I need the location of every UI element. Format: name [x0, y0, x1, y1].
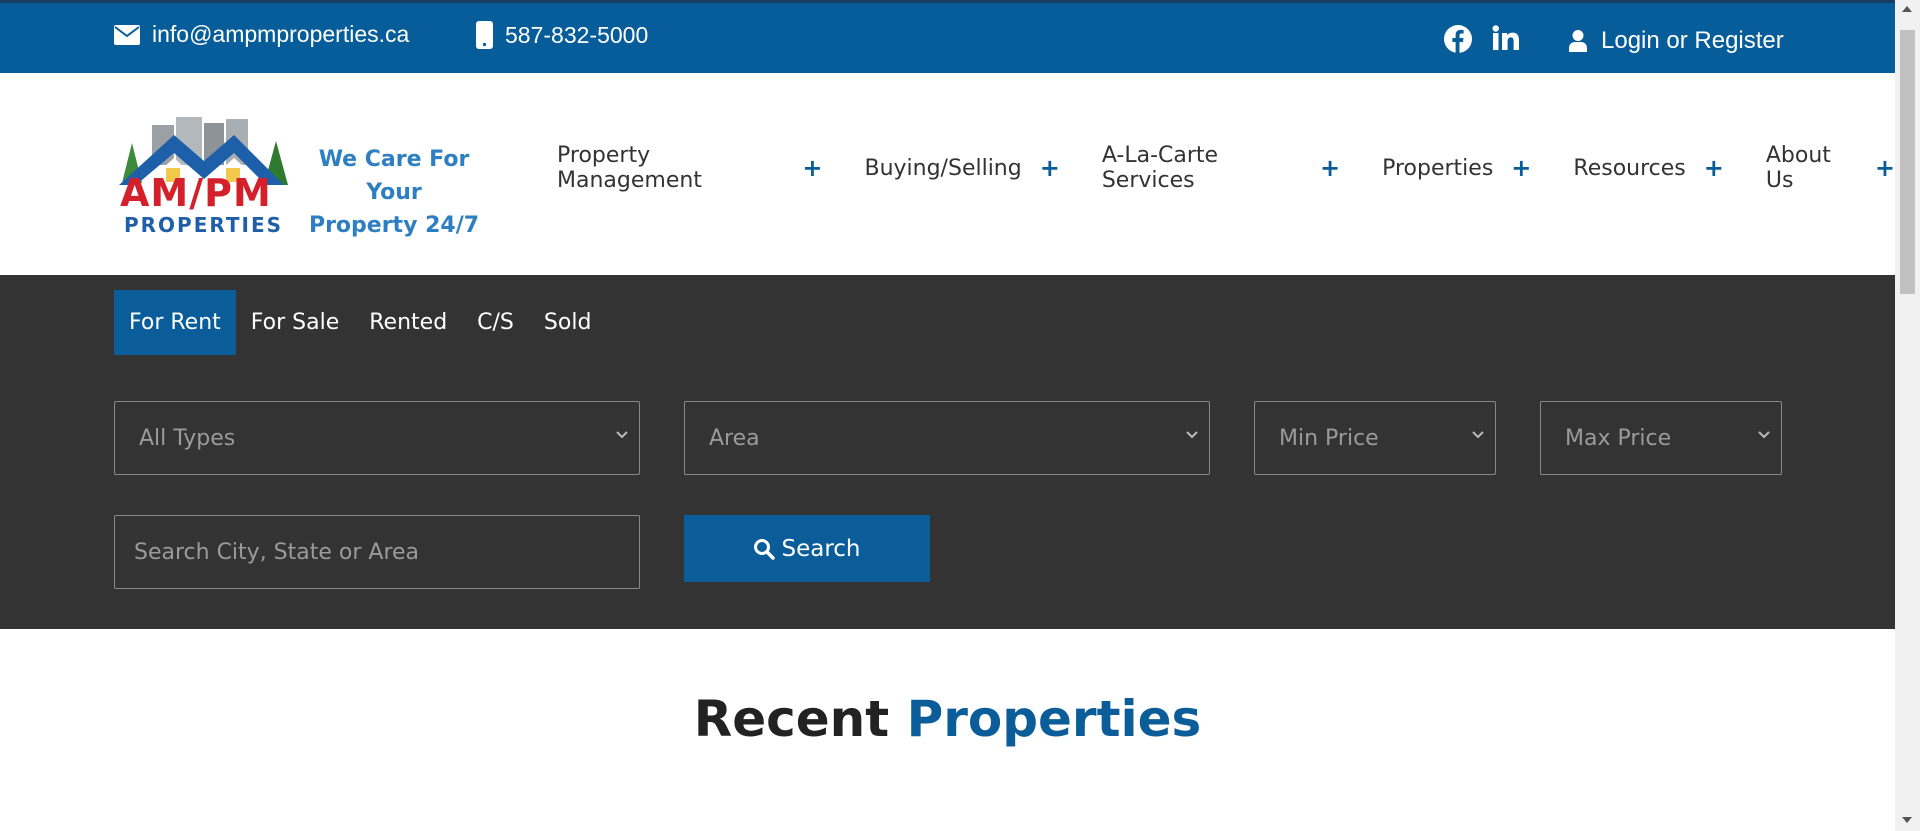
login-register-link[interactable]: Login or Register: [1569, 27, 1784, 55]
city-search-placeholder: Search City, State or Area: [134, 539, 420, 565]
tab-cs[interactable]: C/S: [462, 290, 529, 355]
logo-tagline: We Care For Your Property 24/7: [294, 143, 494, 242]
logo-brand-sub: PROPERTIES: [124, 213, 284, 237]
chevron-down-icon: [1186, 431, 1198, 439]
plus-icon[interactable]: +: [1511, 154, 1531, 182]
facebook-link[interactable]: [1444, 25, 1472, 53]
max-price-select[interactable]: Max Price: [1540, 401, 1782, 475]
linkedin-link[interactable]: [1492, 25, 1520, 51]
nav-item-label: A-La-Carte Services: [1101, 143, 1219, 193]
min-price-value: Min Price: [1279, 425, 1379, 451]
nav-item-properties[interactable]: Properties +: [1382, 154, 1531, 182]
plus-icon[interactable]: +: [1040, 154, 1060, 182]
nav-item-label: Properties: [1382, 155, 1494, 181]
nav-item-label: Property Management: [557, 143, 702, 193]
nav-item-buying-selling[interactable]: Buying/Selling +: [864, 154, 1059, 182]
plus-icon[interactable]: +: [1875, 154, 1895, 182]
nav-item-a-la-carte-services[interactable]: A-La-Carte Services +: [1102, 143, 1340, 193]
nav-item-resources[interactable]: Resources +: [1573, 154, 1723, 182]
phone-text: 587-832-5000: [505, 21, 649, 48]
page: info@ampmproperties.ca 587-832-5000 Logi…: [0, 0, 1895, 831]
tagline-line-1: We Care For Your: [318, 147, 470, 205]
area-select[interactable]: Area: [684, 401, 1210, 475]
min-price-select[interactable]: Min Price: [1254, 401, 1496, 475]
city-search-input[interactable]: Search City, State or Area: [114, 515, 640, 589]
scrollbar-thumb[interactable]: [1900, 30, 1915, 294]
linkedin-icon: [1492, 25, 1519, 50]
area-value: Area: [709, 425, 760, 451]
search-button-label: Search: [781, 535, 861, 562]
recent-properties-heading: Recent Properties: [0, 690, 1895, 748]
tab-for-rent[interactable]: For Rent: [114, 290, 236, 355]
max-price-value: Max Price: [1565, 425, 1672, 451]
main-nav: Property Management + Buying/Selling + A…: [557, 143, 1895, 193]
property-type-select[interactable]: All Types: [114, 401, 640, 475]
email-text: info@ampmproperties.ca: [152, 21, 410, 47]
chevron-down-icon: [616, 431, 628, 439]
plus-icon[interactable]: +: [802, 154, 822, 182]
user-icon: [1569, 30, 1587, 52]
logo-brand: AM/PM: [120, 171, 272, 215]
heading-word-properties: Properties: [906, 690, 1202, 748]
property-type-value: All Types: [139, 425, 236, 451]
scroll-up-arrow-icon[interactable]: [1902, 6, 1912, 12]
tab-rented[interactable]: Rented: [354, 290, 462, 355]
tab-for-sale[interactable]: For Sale: [236, 290, 354, 355]
site-header: We Care For Your Property 24/7 AM/PM PRO…: [0, 73, 1895, 275]
heading-word-recent: Recent: [693, 690, 890, 748]
search-button[interactable]: Search: [684, 515, 930, 582]
nav-item-label: Resources: [1573, 155, 1686, 181]
chevron-down-icon: [1758, 431, 1770, 439]
listing-status-tabs: For Rent For Sale Rented C/S Sold: [114, 290, 606, 355]
envelope-icon: [114, 24, 140, 45]
nav-item-label: Buying/Selling: [864, 155, 1022, 181]
tab-sold[interactable]: Sold: [529, 290, 607, 355]
facebook-icon: [1444, 25, 1472, 53]
scroll-down-arrow-icon[interactable]: [1902, 817, 1912, 823]
tagline-line-2: Property 24/7: [308, 213, 480, 238]
plus-icon[interactable]: +: [1704, 154, 1724, 182]
email-link[interactable]: info@ampmproperties.ca: [114, 21, 409, 48]
search-icon: [754, 538, 776, 560]
site-logo[interactable]: We Care For Your Property 24/7 AM/PM PRO…: [114, 113, 494, 238]
top-bar: info@ampmproperties.ca 587-832-5000 Logi…: [0, 0, 1895, 73]
phone-link[interactable]: 587-832-5000: [476, 21, 648, 49]
page-scrollbar[interactable]: [1895, 0, 1920, 831]
mobile-phone-icon: [476, 21, 493, 49]
nav-item-property-management[interactable]: Property Management +: [557, 143, 822, 193]
nav-item-about-us[interactable]: About Us +: [1766, 143, 1895, 193]
plus-icon[interactable]: +: [1320, 154, 1340, 182]
nav-item-label: About Us: [1765, 143, 1831, 193]
login-register-label: Login or Register: [1601, 27, 1784, 54]
chevron-down-icon: [1472, 431, 1484, 439]
property-search-panel: For Rent For Sale Rented C/S Sold All Ty…: [0, 275, 1895, 629]
